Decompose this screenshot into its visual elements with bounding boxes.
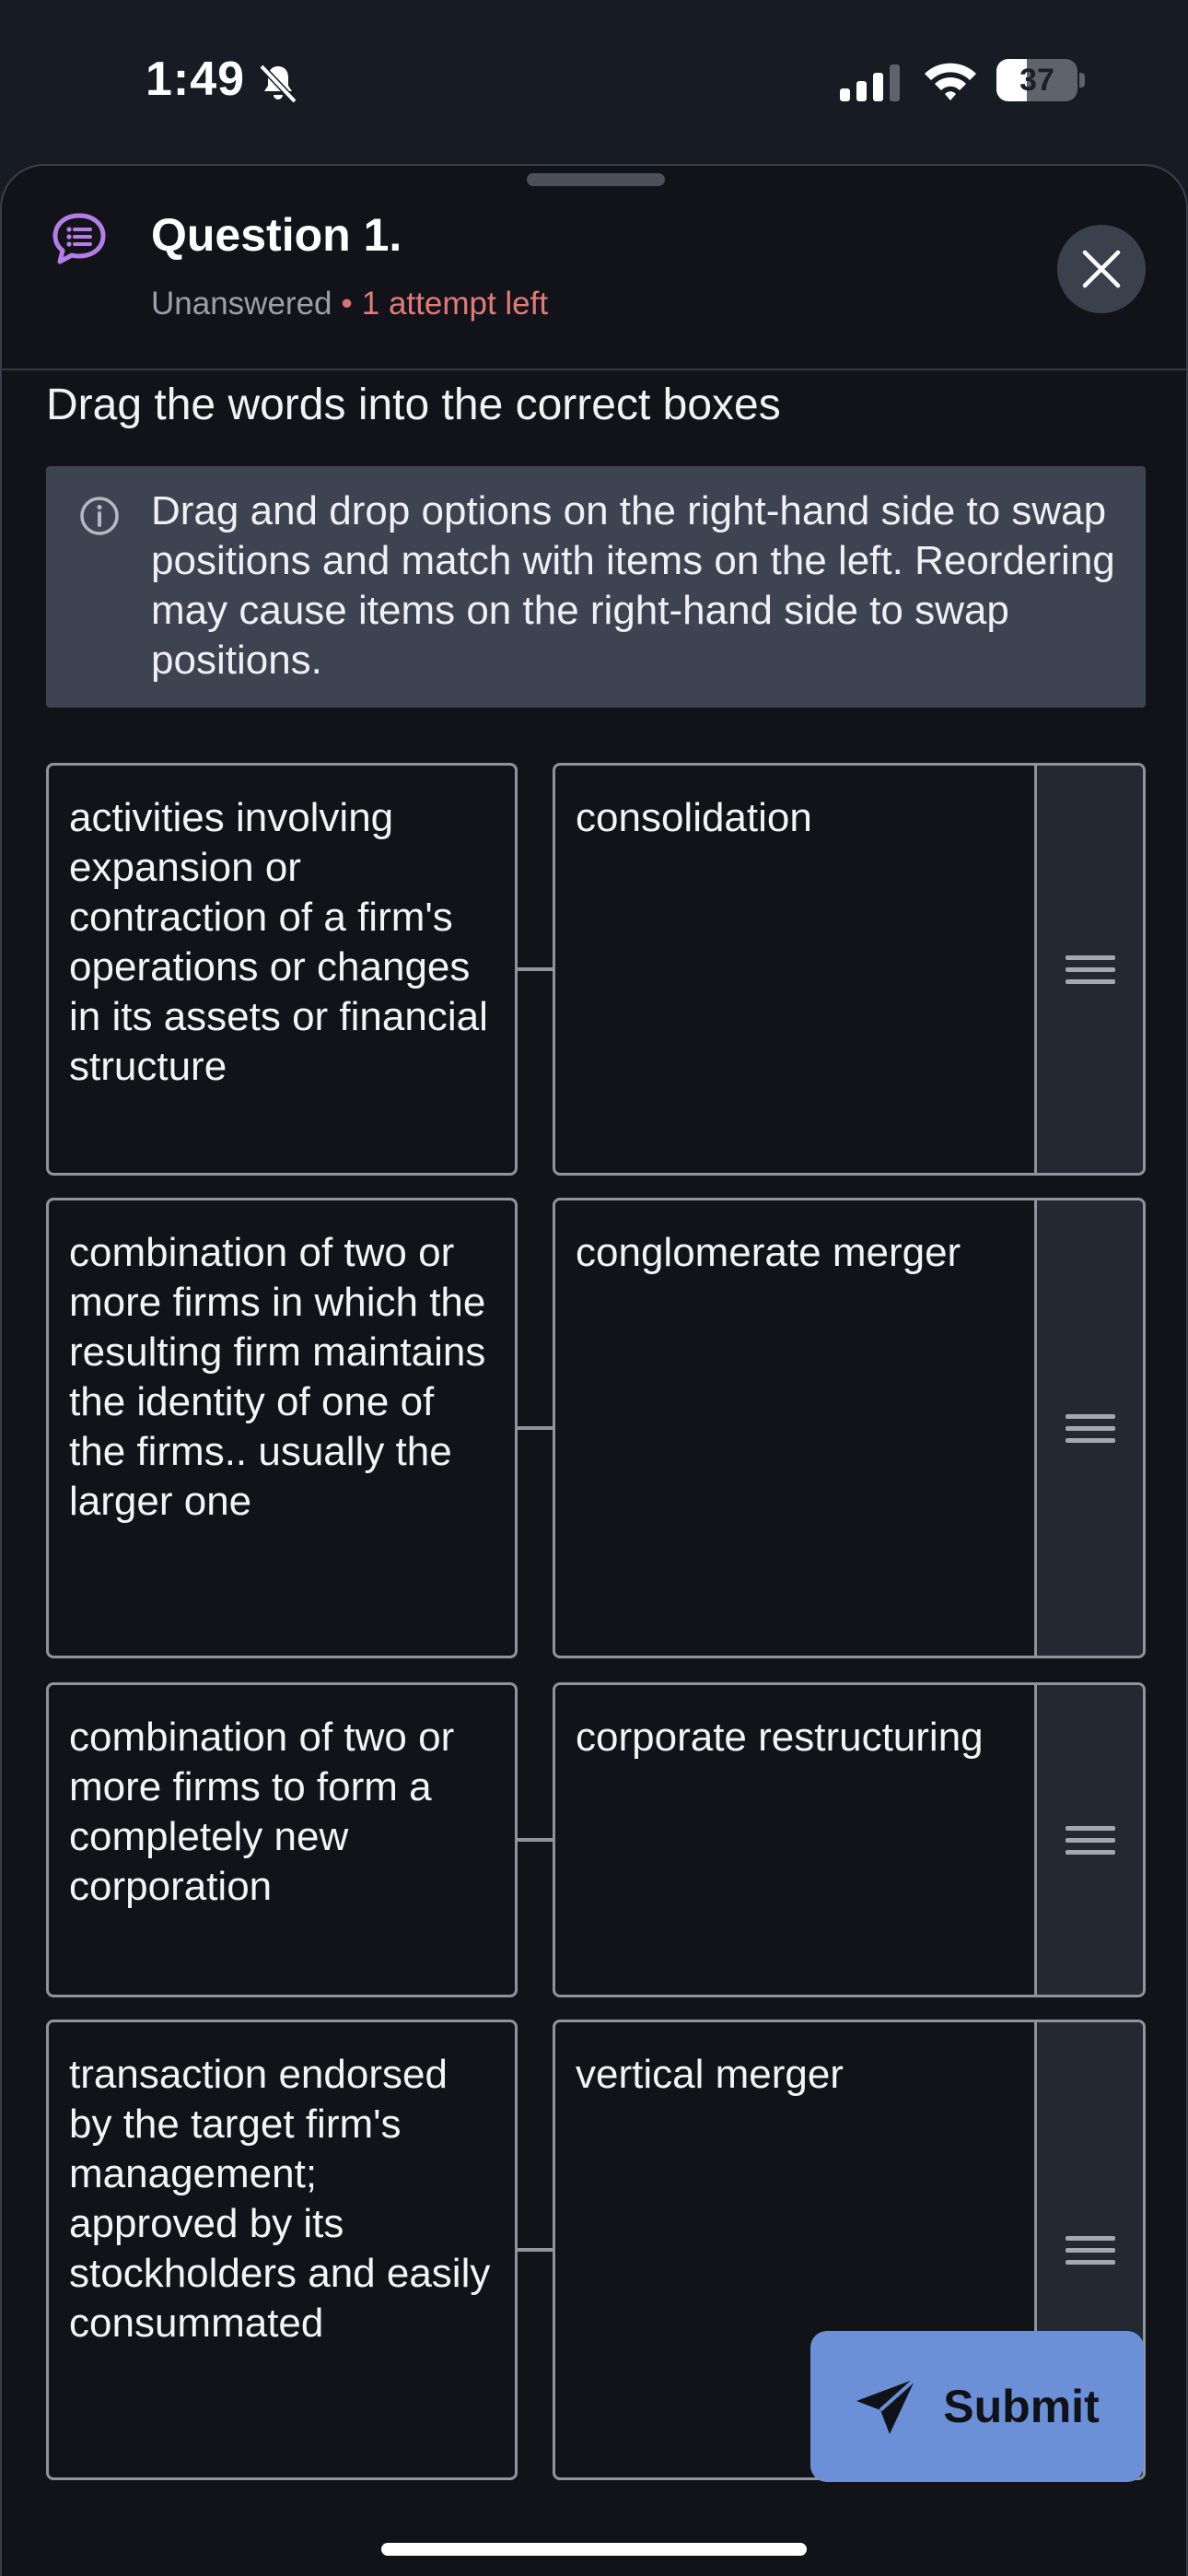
answer-text: vertical merger (576, 2052, 844, 2097)
battery-icon: 37 (996, 59, 1085, 101)
info-text: Drag and drop options on the right-hand … (151, 488, 1115, 683)
draggable-answer[interactable]: corporate restructuring (553, 1682, 1146, 1997)
cellular-signal-icon (840, 64, 900, 101)
drag-handle[interactable] (1034, 1200, 1143, 1656)
answer-text: corporate restructuring (576, 1715, 984, 1760)
match-connector (518, 1426, 553, 1430)
question-status: Unanswered • 1 attempt left (151, 286, 548, 322)
match-row: combination of two or more firms in whic… (46, 1198, 1146, 1658)
bell-slash-icon (259, 64, 297, 104)
drag-handle[interactable] (1034, 766, 1143, 1173)
battery-level: 37 (1019, 63, 1054, 98)
info-icon (80, 497, 119, 535)
match-prompt: activities involving expansion or contra… (46, 763, 518, 1176)
chat-list-icon (52, 213, 106, 264)
drag-handle-icon (1065, 948, 1115, 991)
draggable-answer[interactable]: conglomerate merger (553, 1198, 1146, 1658)
answer-text: consolidation (576, 795, 812, 840)
info-box: Drag and drop options on the right-hand … (46, 466, 1146, 708)
close-icon (1082, 250, 1121, 288)
close-button[interactable] (1057, 225, 1146, 313)
match-row: combination of two or more firms to form… (46, 1682, 1146, 1997)
submit-button[interactable]: Submit (810, 2331, 1144, 2482)
instruction-text: Drag the words into the correct boxes (46, 381, 781, 429)
status-time: 1:49 (146, 53, 246, 106)
status-separator: • (341, 286, 353, 322)
answer-status: Unanswered (151, 286, 332, 322)
home-indicator[interactable] (381, 2543, 807, 2556)
drag-handle-icon (1065, 2229, 1115, 2272)
match-prompt: combination of two or more firms in whic… (46, 1198, 518, 1658)
match-connector (518, 967, 553, 971)
drag-handle-icon (1065, 1819, 1115, 1862)
drag-handle-icon (1065, 1407, 1115, 1450)
match-connector (518, 2248, 553, 2252)
screen: 1:49 37 Question 1. Unanswered • 1 attem… (0, 0, 1188, 2576)
status-bar: 1:49 37 (0, 0, 1188, 157)
question-sheet: Question 1. Unanswered • 1 attempt left Dr… (0, 164, 1188, 2576)
send-icon (856, 2377, 917, 2434)
match-row: activities involving expansion or contra… (46, 763, 1146, 1176)
attempts-left: 1 attempt left (361, 286, 549, 322)
submit-label: Submit (943, 2381, 1100, 2432)
question-title: Question 1. (151, 209, 402, 261)
match-prompt: combination of two or more firms to form… (46, 1682, 518, 1997)
match-connector (518, 1838, 553, 1842)
question-header: Question 1. Unanswered • 1 attempt left (2, 166, 1186, 370)
wifi-icon (925, 63, 976, 100)
draggable-answer[interactable]: consolidation (553, 763, 1146, 1176)
match-prompt: transaction endorsed by the target firm'… (46, 2020, 518, 2480)
drag-handle[interactable] (1034, 1685, 1143, 1995)
answer-text: conglomerate merger (576, 1230, 961, 1275)
